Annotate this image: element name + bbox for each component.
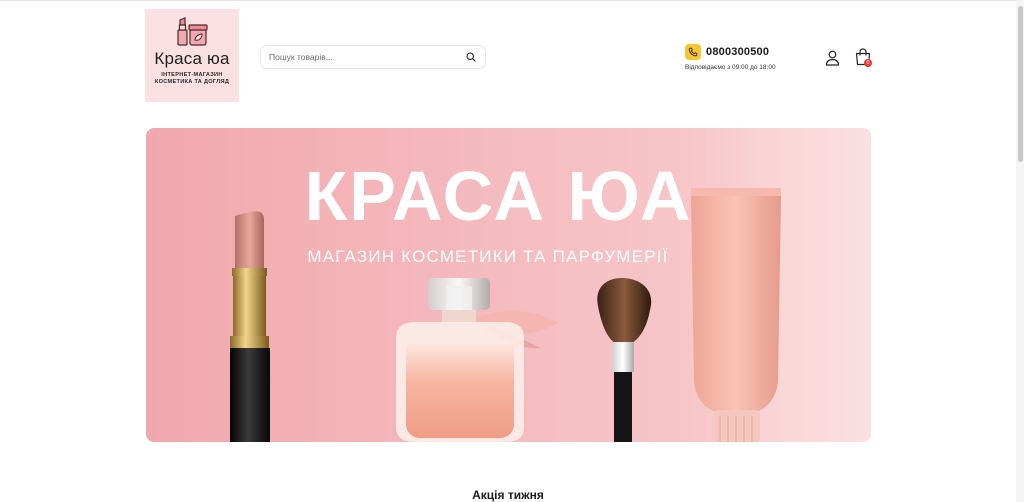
phone-number-link[interactable]: 0800300500: [706, 46, 769, 58]
lipstick-image: [230, 211, 270, 442]
makeup-brush-image: [597, 278, 652, 442]
contact-block: 0800300500 Відповідаємо з 09:00 до 18:00: [685, 44, 776, 71]
search-bar: [260, 45, 486, 69]
weekly-promo-heading: Акція тижня: [472, 488, 544, 502]
logo-tagline: ІНТЕРНЕТ-МАГАЗИН КОСМЕТИКА ТА ДОГЛЯД: [155, 72, 229, 86]
scrollbar-thumb[interactable]: [1018, 6, 1023, 162]
site-logo[interactable]: Краса юа ІНТЕРНЕТ-МАГАЗИН КОСМЕТИКА ТА Д…: [145, 9, 239, 102]
perfume-bottle-image: [396, 278, 558, 442]
logo-tagline-line2: КОСМЕТИКА ТА ДОГЛЯД: [154, 79, 230, 85]
banner-title: КРАСА ЮА: [304, 157, 693, 235]
page-scrollbar[interactable]: [1016, 0, 1024, 502]
search-input[interactable]: [269, 52, 465, 62]
user-icon[interactable]: [825, 50, 840, 66]
banner-subtitle: МАГАЗИН КОСМЕТИКИ ТА ПАРФУМЕРІЇ: [307, 247, 669, 266]
search-icon[interactable]: [465, 51, 477, 63]
cart-count-badge: 0: [864, 59, 872, 67]
cosmetics-logo-icon: [177, 17, 208, 46]
logo-tagline-line1: ІНТЕРНЕТ-МАГАЗИН: [161, 72, 223, 78]
logo-brand-name: Краса юа: [154, 49, 230, 68]
top-border: [0, 0, 1024, 1]
phone-icon: [685, 44, 701, 60]
hero-banner[interactable]: КРАСА ЮА МАГАЗИН КОСМЕТИКИ ТА ПАРФУМЕРІЇ: [146, 128, 871, 442]
working-hours: Відповідаємо з 09:00 до 18:00: [685, 64, 776, 71]
